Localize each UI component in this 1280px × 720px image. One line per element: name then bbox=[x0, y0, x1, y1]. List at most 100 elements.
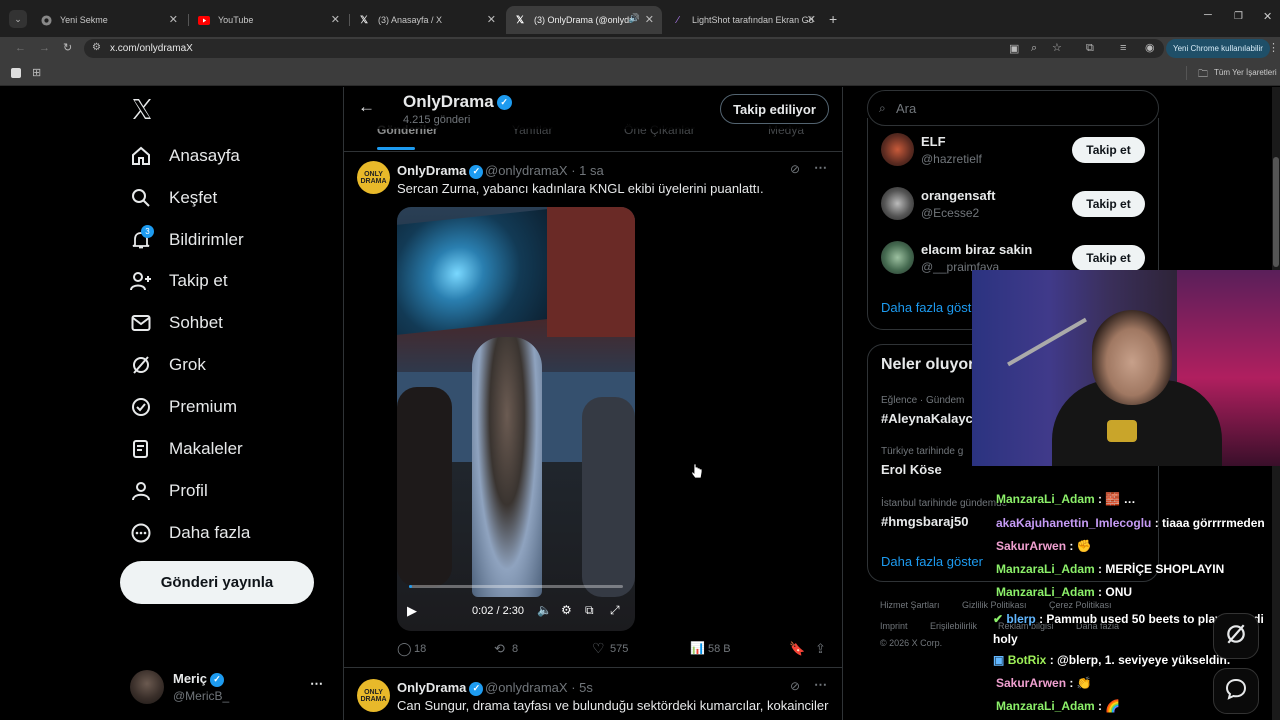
share-icon[interactable]: ⇪ bbox=[815, 641, 826, 657]
nav-item-premium[interactable]: Premium bbox=[130, 392, 237, 422]
follow-button[interactable]: Takip et bbox=[1072, 137, 1145, 163]
nav-item-more[interactable]: Daha fazla bbox=[130, 518, 250, 548]
more-options-icon[interactable]: ⋯ bbox=[814, 677, 827, 693]
tab-title: (3) OnlyDrama (@onlydrama bbox=[534, 15, 632, 25]
avatar[interactable] bbox=[881, 241, 914, 274]
extensions-icon[interactable]: ⧉ bbox=[1086, 42, 1094, 55]
video-time: 0:02 / 2:30 bbox=[472, 605, 524, 617]
post-author[interactable]: OnlyDrama ✓ bbox=[397, 163, 484, 179]
nav-item-notifications[interactable]: 3 Bildirimler bbox=[130, 225, 244, 255]
views-icon[interactable]: 📊 bbox=[690, 641, 705, 655]
avatar[interactable]: ONLY DRAMA bbox=[357, 679, 390, 712]
all-bookmarks-label[interactable]: Tüm Yer İşaretleri bbox=[1214, 68, 1277, 77]
post-author[interactable]: OnlyDrama ✓ bbox=[397, 680, 484, 696]
footer-link[interactable]: Erişilebilirlik bbox=[930, 621, 977, 631]
avatar[interactable]: ONLY DRAMA bbox=[357, 161, 390, 194]
forward-icon[interactable]: → bbox=[39, 42, 50, 54]
bookmark-star-icon[interactable]: ☆ bbox=[1052, 41, 1062, 54]
back-arrow-icon[interactable]: ← bbox=[358, 97, 375, 117]
grok-floating-button[interactable] bbox=[1213, 613, 1259, 659]
nav-item-grok[interactable]: Grok bbox=[130, 350, 206, 380]
grok-icon[interactable]: ⊘ bbox=[790, 162, 800, 176]
tab-groups-icon[interactable]: ⊞ bbox=[32, 66, 41, 79]
profile-icon[interactable]: ◉ bbox=[1145, 41, 1155, 54]
nav-item-explore[interactable]: Keşfet bbox=[130, 183, 217, 213]
nav-item-articles[interactable]: Makaleler bbox=[130, 434, 243, 464]
messages-floating-button[interactable] bbox=[1213, 668, 1259, 714]
close-tab-icon[interactable]: ✕ bbox=[331, 13, 340, 26]
nav-item-profile[interactable]: Profil bbox=[130, 476, 208, 506]
person-add-icon bbox=[130, 270, 152, 292]
post-button[interactable]: Gönderi yayınla bbox=[120, 561, 314, 604]
picture-in-picture-icon[interactable]: ⧉ bbox=[585, 603, 594, 618]
bookmark-icon[interactable]: 🔖 bbox=[789, 641, 805, 657]
browser-tab[interactable]: YouTube ✕ bbox=[190, 6, 348, 34]
close-tab-icon[interactable]: ✕ bbox=[807, 13, 816, 26]
media-controls-icon[interactable]: ≡ bbox=[1120, 42, 1126, 54]
close-tab-icon[interactable]: ✕ bbox=[645, 13, 654, 26]
trends-show-more-link[interactable]: Daha fazla göster bbox=[881, 554, 983, 569]
nav-item-home[interactable]: Anasayfa bbox=[130, 141, 240, 171]
back-icon[interactable]: ← bbox=[15, 42, 26, 54]
site-info-icon[interactable]: ⚙ bbox=[92, 42, 101, 53]
new-tab-icon[interactable]: + bbox=[829, 11, 837, 27]
browser-tab-active[interactable]: 𝕏 (3) OnlyDrama (@onlydrama 🔊 ✕ bbox=[506, 6, 662, 34]
suggestion-handle: @hazretielf bbox=[921, 152, 982, 166]
reload-icon[interactable]: ↻ bbox=[63, 41, 72, 54]
zoom-icon[interactable]: ⌕ bbox=[1031, 42, 1037, 55]
trend-topic[interactable]: #AleynaKalayc bbox=[881, 411, 973, 426]
fullscreen-icon[interactable]: ⤢ bbox=[610, 603, 620, 618]
reply-icon[interactable]: ◯ bbox=[397, 641, 412, 657]
trend-topic[interactable]: #hmgsbaraj50 bbox=[881, 514, 968, 529]
address-bar[interactable] bbox=[84, 39, 1164, 58]
person-icon bbox=[130, 480, 152, 502]
browser-tab[interactable]: Yeni Sekme ✕ bbox=[32, 6, 186, 34]
browser-tab[interactable]: ∕ LightShot tarafından Ekran Gör ✕ bbox=[664, 6, 824, 34]
like-icon[interactable]: ♡ bbox=[592, 640, 605, 657]
close-tab-icon[interactable]: ✕ bbox=[487, 13, 496, 26]
suggestion-name[interactable]: ELF bbox=[921, 134, 946, 149]
more-options-icon[interactable]: ⋯ bbox=[310, 676, 323, 692]
repost-icon[interactable]: ⟲ bbox=[494, 641, 505, 657]
post[interactable]: ONLY DRAMA OnlyDrama ✓ @onlydramaX · 1 sa … bbox=[344, 152, 842, 668]
x-logo-icon[interactable] bbox=[131, 97, 153, 121]
footer-link[interactable]: Hizmet Şartları bbox=[880, 600, 940, 610]
following-button[interactable]: Takip ediliyor bbox=[720, 94, 829, 124]
follow-button[interactable]: Takip et bbox=[1072, 245, 1145, 271]
nav-label: Bildirimler bbox=[169, 230, 244, 249]
avatar[interactable] bbox=[881, 187, 914, 220]
video-progress-track[interactable] bbox=[409, 585, 623, 588]
scrollbar-thumb[interactable] bbox=[1273, 157, 1279, 267]
chrome-update-button[interactable]: Yeni Chrome kullanılabilir bbox=[1166, 39, 1270, 58]
like-count: 575 bbox=[610, 643, 629, 655]
minimize-icon[interactable]: ─ bbox=[1204, 9, 1212, 21]
show-more-link[interactable]: Daha fazla göster bbox=[881, 300, 983, 315]
more-options-icon[interactable]: ⋯ bbox=[814, 160, 827, 176]
cast-icon[interactable]: ▣ bbox=[1009, 42, 1019, 55]
close-tab-icon[interactable]: ✕ bbox=[169, 13, 178, 26]
url-text[interactable]: x.com/onlydramaX bbox=[110, 43, 193, 54]
restore-icon[interactable]: ❐ bbox=[1234, 11, 1243, 22]
volume-icon[interactable]: 🔈 bbox=[537, 603, 552, 617]
settings-icon[interactable]: ⚙ bbox=[561, 603, 572, 617]
apps-icon[interactable] bbox=[11, 68, 21, 78]
footer-link[interactable]: Imprint bbox=[880, 621, 908, 631]
nav-item-follow[interactable]: Takip et bbox=[130, 266, 228, 296]
post[interactable]: ONLY DRAMA OnlyDrama ✓ @onlydramaX · 5s ⊘ … bbox=[344, 669, 842, 720]
trend-topic[interactable]: Erol Köse bbox=[881, 462, 942, 477]
suggestion-name[interactable]: orangensaft bbox=[921, 188, 995, 203]
avatar[interactable] bbox=[881, 133, 914, 166]
speaker-icon[interactable]: 🔊 bbox=[629, 13, 640, 24]
tab-search-button[interactable]: ⌄ bbox=[9, 10, 27, 28]
close-window-icon[interactable]: ✕ bbox=[1263, 10, 1272, 23]
chat-message: ManzaraLi_Adam : 🌈 bbox=[996, 699, 1120, 713]
browser-tab[interactable]: 𝕏 (3) Anasayfa / X ✕ bbox=[350, 6, 504, 34]
nav-item-chat[interactable]: Sohbet bbox=[130, 308, 223, 338]
play-icon[interactable]: ▶ bbox=[407, 603, 417, 619]
grok-icon[interactable]: ⊘ bbox=[790, 679, 800, 693]
follow-button[interactable]: Takip et bbox=[1072, 191, 1145, 217]
account-switcher[interactable]: Meriç ✓ @MericB_ ⋯ bbox=[128, 668, 328, 708]
chrome-menu-icon[interactable]: ⋮ bbox=[1268, 41, 1279, 54]
suggestion-name[interactable]: elacım biraz sakin bbox=[921, 242, 1032, 257]
video-player[interactable]: ▶ 0:02 / 2:30 🔈 ⚙ ⧉ ⤢ bbox=[397, 207, 635, 631]
